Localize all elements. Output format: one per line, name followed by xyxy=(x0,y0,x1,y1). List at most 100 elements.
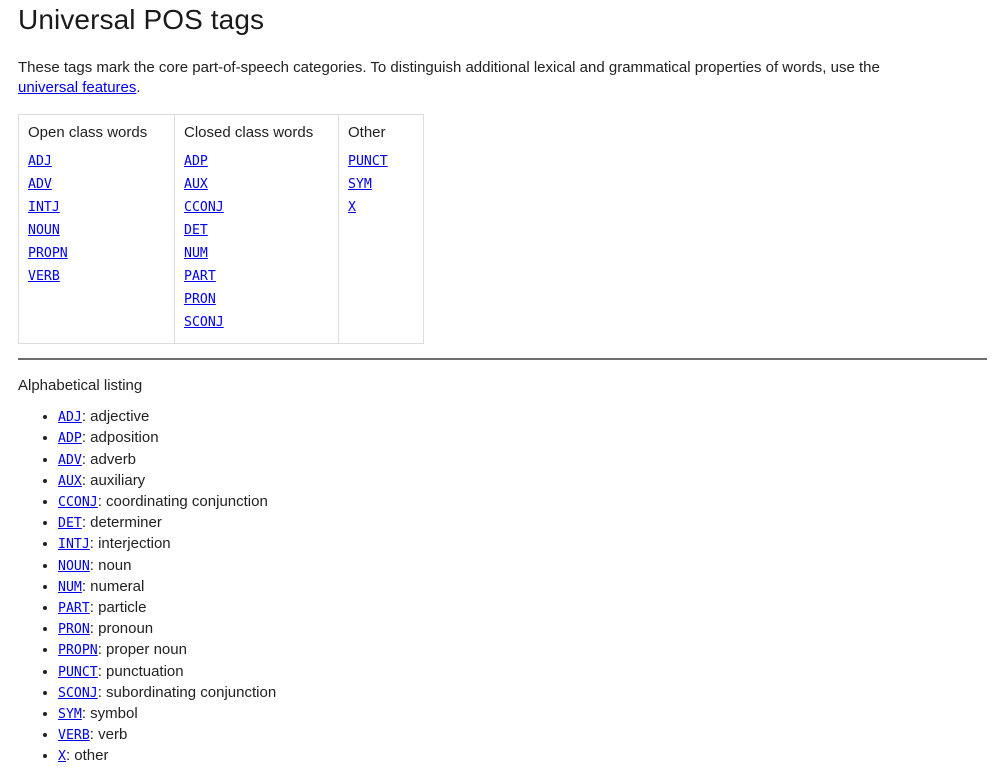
tag-link-adj[interactable]: ADJ xyxy=(28,154,52,169)
list-item: NUM xyxy=(184,242,326,265)
intro-paragraph: These tags mark the core part-of-speech … xyxy=(18,58,930,98)
tag-description: : verb xyxy=(89,726,128,744)
tag-link-verb[interactable]: VERB xyxy=(58,728,90,743)
tag-description: : interjection xyxy=(89,535,171,553)
page-container: Universal POS tags These tags mark the c… xyxy=(0,0,993,768)
tag-link-det[interactable]: DET xyxy=(58,516,82,531)
list-item: VERB: verb xyxy=(58,725,975,746)
tag-description: : pronoun xyxy=(89,620,154,638)
tag-link-aux[interactable]: AUX xyxy=(58,474,82,489)
tag-description: : adposition xyxy=(81,429,159,447)
universal-features-link[interactable]: universal features xyxy=(18,79,136,96)
list-item: ADV: adverb xyxy=(58,450,975,471)
tag-link-adv[interactable]: ADV xyxy=(28,177,52,192)
tag-link-propn[interactable]: PROPN xyxy=(28,246,68,261)
tag-code: ADV xyxy=(28,177,52,192)
list-item: PRON: pronoun xyxy=(58,619,975,640)
tag-link-noun[interactable]: NOUN xyxy=(58,559,90,574)
tag-link-noun[interactable]: NOUN xyxy=(28,223,60,238)
tag-link-intj[interactable]: INTJ xyxy=(58,537,90,552)
list-item: ADV xyxy=(28,173,162,196)
tag-description: : other xyxy=(65,747,109,765)
tag-link-sconj[interactable]: SCONJ xyxy=(58,686,98,701)
tag-link-sym[interactable]: SYM xyxy=(348,177,372,192)
list-item: DET xyxy=(184,219,326,242)
tag-link-punct[interactable]: PUNCT xyxy=(58,665,98,680)
list-item: PRON xyxy=(184,288,326,311)
tag-link-cconj[interactable]: CCONJ xyxy=(58,495,98,510)
tag-code: DET xyxy=(184,223,208,238)
tag-code: VERB xyxy=(58,728,90,743)
tag-description: : proper noun xyxy=(97,641,187,659)
tag-link-adv[interactable]: ADV xyxy=(58,453,82,468)
tag-code: SCONJ xyxy=(58,686,98,701)
tag-code: CCONJ xyxy=(58,495,98,510)
tag-code: PROPN xyxy=(28,246,68,261)
tag-code: INTJ xyxy=(58,537,90,552)
tag-link-pron[interactable]: PRON xyxy=(184,292,216,307)
tag-code: INTJ xyxy=(28,200,60,215)
tag-link-part[interactable]: PART xyxy=(184,269,216,284)
tag-link-verb[interactable]: VERB xyxy=(28,269,60,284)
tag-link-adj[interactable]: ADJ xyxy=(58,410,82,425)
tag-code: NOUN xyxy=(58,559,90,574)
tag-link-det[interactable]: DET xyxy=(184,223,208,238)
tag-link-intj[interactable]: INTJ xyxy=(28,200,60,215)
tag-link-propn[interactable]: PROPN xyxy=(58,643,98,658)
list-item: NOUN xyxy=(28,219,162,242)
column-header-closed-class: Closed class words xyxy=(174,114,339,151)
tag-link-punct[interactable]: PUNCT xyxy=(348,154,388,169)
list-item: CCONJ: coordinating conjunction xyxy=(58,492,975,513)
list-item: NOUN: noun xyxy=(58,556,975,577)
list-item: SYM xyxy=(348,173,411,196)
tag-code: ADJ xyxy=(58,410,82,425)
tag-link-sym[interactable]: SYM xyxy=(58,707,82,722)
cell-closed-class-words: ADP AUX CCONJ DET NUM PART PRON SCONJ xyxy=(174,150,339,344)
tag-link-part[interactable]: PART xyxy=(58,601,90,616)
tag-code: ADJ xyxy=(28,154,52,169)
list-item: PART xyxy=(184,265,326,288)
tag-code: ADV xyxy=(58,453,82,468)
column-header-open-class: Open class words xyxy=(18,114,175,151)
tag-code: PRON xyxy=(184,292,216,307)
page-title: Universal POS tags xyxy=(18,4,265,35)
list-item: DET: determiner xyxy=(58,513,975,534)
tag-code: NUM xyxy=(58,580,82,595)
tag-code: VERB xyxy=(28,269,60,284)
tag-code: AUX xyxy=(184,177,208,192)
list-item: SYM: symbol xyxy=(58,704,975,725)
section-divider xyxy=(18,358,987,361)
tag-description: : symbol xyxy=(81,705,138,723)
list-item: ADP: adposition xyxy=(58,428,975,449)
tag-code: SCONJ xyxy=(184,315,224,330)
table-header-row: Open class words Closed class words Othe… xyxy=(18,114,424,151)
tag-link-num[interactable]: NUM xyxy=(184,246,208,261)
list-item: PUNCT xyxy=(348,150,411,173)
tag-link-pron[interactable]: PRON xyxy=(58,622,90,637)
tag-link-adp[interactable]: ADP xyxy=(184,154,208,169)
column-header-other: Other xyxy=(348,124,386,142)
tag-link-sconj[interactable]: SCONJ xyxy=(184,315,224,330)
tag-code: CCONJ xyxy=(184,200,224,215)
list-item: ADJ: adjective xyxy=(58,407,975,428)
tag-link-x[interactable]: X xyxy=(348,200,356,215)
alphabetical-listing-label: Alphabetical listing xyxy=(18,377,143,395)
tag-link-adp[interactable]: ADP xyxy=(58,431,82,446)
intro-text-after: . xyxy=(136,79,141,97)
tag-link-x[interactable]: X xyxy=(58,749,66,764)
tag-link-cconj[interactable]: CCONJ xyxy=(184,200,224,215)
list-item: SCONJ xyxy=(184,311,326,334)
list-item: INTJ xyxy=(28,196,162,219)
tag-description: : determiner xyxy=(81,514,162,532)
tag-link-aux[interactable]: AUX xyxy=(184,177,208,192)
list-item: SCONJ: subordinating conjunction xyxy=(58,683,975,704)
pos-categories-table: Open class words Closed class words Othe… xyxy=(18,114,424,345)
tag-code: PART xyxy=(58,601,90,616)
list-item: AUX xyxy=(184,173,326,196)
tag-code: NUM xyxy=(184,246,208,261)
alphabetical-listing: ADJ: adjectiveADP: adpositionADV: adverb… xyxy=(18,407,975,767)
list-item: CCONJ xyxy=(184,196,326,219)
tag-code: PART xyxy=(184,269,216,284)
tag-link-num[interactable]: NUM xyxy=(58,580,82,595)
list-item: ADP xyxy=(184,150,326,173)
